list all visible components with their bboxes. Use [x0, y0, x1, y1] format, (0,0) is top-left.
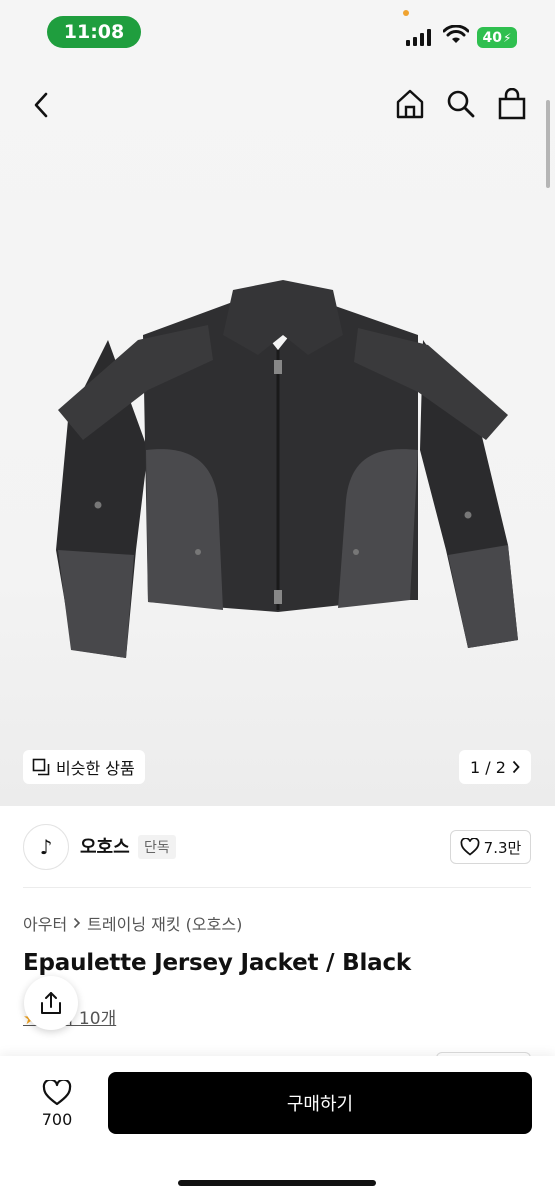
search-icon	[447, 90, 475, 118]
pager-count: 1 / 2	[470, 757, 506, 777]
shop-like-count: 7.3만	[483, 838, 522, 857]
home-button[interactable]	[392, 86, 428, 122]
wishlist-count: 700	[41, 1109, 73, 1129]
chevron-right-icon	[74, 917, 81, 929]
wishlist-button[interactable]: 700	[28, 1074, 86, 1134]
shop-logo[interactable]: ♪	[23, 824, 69, 870]
product-title: Epaulette Jersey Jacket / Black	[23, 950, 412, 976]
chevron-right-icon	[512, 760, 520, 774]
image-pager[interactable]: 1 / 2	[459, 750, 531, 784]
similar-products-button[interactable]: 비슷한 상품	[23, 750, 145, 784]
exclusive-badge: 단독	[138, 835, 176, 859]
wifi-icon	[443, 25, 469, 43]
similar-products-label: 비슷한 상품	[56, 759, 135, 778]
shop-name[interactable]: 오호스	[80, 833, 130, 859]
heart-icon	[460, 838, 480, 856]
back-button[interactable]	[26, 90, 56, 120]
share-button[interactable]	[24, 976, 78, 1030]
battery-level: 40	[482, 29, 503, 46]
cart-button[interactable]	[494, 86, 530, 122]
home-indicator	[178, 1180, 376, 1186]
back-icon	[34, 92, 48, 118]
breadcrumb-category[interactable]: 아우터	[23, 911, 67, 935]
divider	[23, 887, 531, 888]
status-bar: 11:08 40 ⚡	[0, 0, 555, 64]
home-icon	[396, 89, 424, 119]
buy-button[interactable]: 구매하기	[108, 1072, 532, 1134]
status-time: 11:08	[47, 16, 141, 48]
product-image[interactable]	[38, 280, 528, 680]
share-icon	[41, 992, 61, 1014]
jacket-illustration	[56, 280, 518, 658]
heart-icon	[42, 1079, 72, 1105]
shopping-bag-icon	[498, 88, 526, 120]
shop-row: ♪ 오호스 단독 7.3만	[0, 818, 555, 878]
scrollbar[interactable]	[546, 100, 550, 188]
breadcrumb: 아우터 트레이닝 재킷 (오호스)	[23, 911, 242, 935]
similar-items-icon	[32, 758, 50, 776]
shop-like-button[interactable]: 7.3만	[450, 830, 531, 864]
search-button[interactable]	[443, 86, 479, 122]
top-nav	[0, 80, 555, 130]
breadcrumb-subcategory[interactable]: 트레이닝 재킷 (오호스)	[87, 911, 242, 935]
privacy-indicator-dot	[403, 10, 409, 16]
battery-icon: 40 ⚡	[477, 27, 517, 48]
signal-icon	[406, 28, 431, 46]
